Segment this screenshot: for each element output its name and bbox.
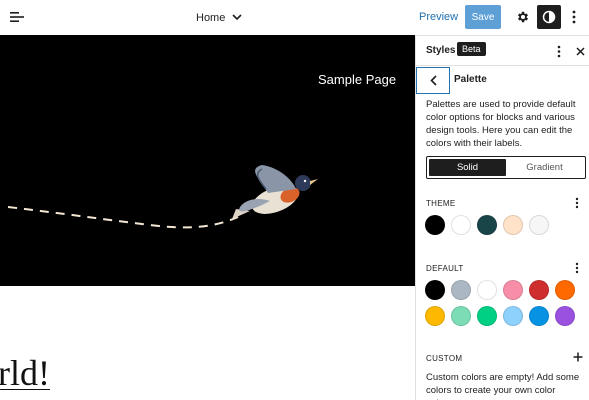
chevron-down-icon — [232, 14, 242, 21]
palette-description: Palettes are used to provide default col… — [426, 99, 576, 149]
sidebar-title: Styles — [426, 45, 456, 56]
default-color-swatch[interactable] — [477, 306, 497, 326]
nav-link-sample-page[interactable]: Sample Page — [318, 72, 396, 87]
default-color-swatch[interactable] — [503, 280, 523, 300]
vertical-ellipsis-icon — [575, 197, 579, 209]
default-color-swatch[interactable] — [503, 306, 523, 326]
save-button[interactable]: Save — [465, 5, 501, 29]
settings-button[interactable] — [512, 6, 534, 28]
theme-color-swatch[interactable] — [503, 215, 523, 235]
default-color-swatch[interactable] — [451, 280, 471, 300]
styles-sidebar: Styles Beta Palette Palettes are used to… — [415, 35, 589, 400]
theme-color-swatch[interactable] — [529, 215, 549, 235]
contrast-icon — [542, 10, 556, 24]
theme-color-swatch[interactable] — [477, 215, 497, 235]
theme-color-swatch[interactable] — [451, 215, 471, 235]
default-color-swatch[interactable] — [477, 280, 497, 300]
palette-type-toggle: Solid Gradient — [426, 156, 586, 179]
gear-icon — [517, 11, 529, 23]
default-swatches — [425, 280, 585, 326]
vertical-ellipsis-icon — [575, 262, 579, 274]
default-color-swatch[interactable] — [425, 306, 445, 326]
close-icon — [575, 46, 585, 56]
sidebar-header: Styles Beta — [416, 36, 589, 66]
theme-options-button[interactable] — [571, 196, 583, 210]
default-color-swatch[interactable] — [529, 306, 549, 326]
editor-header: Home Preview Save — [0, 0, 589, 35]
menu-button[interactable] — [4, 5, 30, 29]
beta-badge: Beta — [457, 42, 486, 56]
theme-swatches — [425, 215, 585, 235]
default-color-swatch[interactable] — [555, 306, 575, 326]
default-color-swatch[interactable] — [529, 280, 549, 300]
default-options-button[interactable] — [571, 261, 583, 275]
default-color-swatch[interactable] — [555, 280, 575, 300]
vertical-ellipsis-icon — [572, 10, 576, 24]
chevron-left-icon — [429, 75, 437, 86]
back-button[interactable] — [416, 67, 450, 94]
theme-color-swatch[interactable] — [425, 215, 445, 235]
document-title: Home — [196, 11, 226, 24]
tab-gradient[interactable]: Gradient — [506, 159, 583, 176]
styles-toggle-button[interactable] — [537, 5, 561, 29]
heading-text[interactable]: rld! — [0, 355, 50, 391]
flying-bird-illustration — [7, 165, 318, 229]
options-button[interactable] — [566, 6, 582, 28]
editor-canvas[interactable]: Sample Page rld! — [0, 35, 415, 400]
add-custom-color-button[interactable] — [571, 350, 585, 364]
default-section-label: DEFAULT — [426, 264, 464, 273]
preview-button[interactable]: Preview — [419, 7, 458, 27]
custom-section-label: CUSTOM — [426, 354, 463, 363]
close-sidebar-button[interactable] — [573, 43, 587, 59]
styles-options-button[interactable] — [552, 42, 566, 60]
hamburger-icon — [10, 12, 24, 22]
vertical-ellipsis-icon — [557, 45, 561, 57]
tab-solid[interactable]: Solid — [429, 159, 506, 176]
panel-title: Palette — [454, 74, 487, 85]
theme-section-label: THEME — [426, 199, 456, 208]
default-color-swatch[interactable] — [451, 306, 471, 326]
plus-icon — [573, 352, 583, 362]
custom-empty-message: Custom colors are empty! Add some colors… — [426, 372, 580, 400]
default-color-swatch[interactable] — [425, 280, 445, 300]
document-title-dropdown[interactable]: Home — [196, 0, 242, 35]
hero-cover-block[interactable]: Sample Page — [0, 35, 415, 286]
